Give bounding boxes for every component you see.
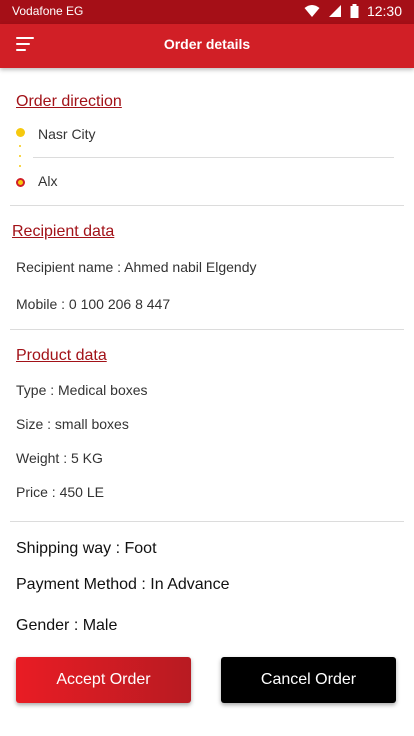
- accept-order-button[interactable]: Accept Order: [16, 657, 191, 703]
- section-divider: [10, 521, 404, 522]
- wifi-icon: [304, 5, 320, 17]
- signal-icon: [328, 5, 341, 17]
- section-divider: [10, 205, 404, 206]
- page-title: Order details: [163, 36, 251, 52]
- route-dot: [19, 145, 21, 147]
- gender: Gender : Male: [16, 617, 118, 634]
- clock: 12:30: [366, 3, 402, 19]
- order-direction-title: Order direction: [16, 93, 122, 110]
- destination-city: Alx: [38, 173, 58, 189]
- status-bar: Vodafone EG 12:30: [0, 0, 414, 24]
- recipient-data-title: Recipient data: [12, 223, 115, 240]
- product-size: Size : small boxes: [16, 416, 129, 432]
- product-data-title: Product data: [16, 347, 107, 364]
- section-divider: [10, 329, 404, 330]
- payment-method: Payment Method : In Advance: [16, 576, 230, 593]
- status-icons: 12:30: [304, 3, 402, 19]
- recipient-name: Recipient name : Ahmed nabil Elgendy: [16, 259, 257, 275]
- product-weight: Weight : 5 KG: [16, 450, 103, 466]
- product-type: Type : Medical boxes: [16, 382, 148, 398]
- route-divider: [33, 157, 394, 158]
- product-price: Price : 450 LE: [16, 484, 104, 500]
- origin-marker-icon: [16, 128, 25, 137]
- destination-marker-icon: [16, 178, 25, 187]
- origin-city: Nasr City: [38, 126, 96, 142]
- route-dot: [19, 155, 21, 157]
- route-dot: [19, 165, 21, 167]
- shipping-way: Shipping way : Foot: [16, 540, 157, 557]
- recipient-mobile: Mobile : 0 100 206 8 447: [16, 296, 171, 312]
- carrier-label: Vodafone EG: [12, 4, 84, 18]
- battery-icon: [350, 4, 359, 18]
- cancel-order-button[interactable]: Cancel Order: [221, 657, 396, 703]
- app-bar: Order details: [0, 24, 414, 68]
